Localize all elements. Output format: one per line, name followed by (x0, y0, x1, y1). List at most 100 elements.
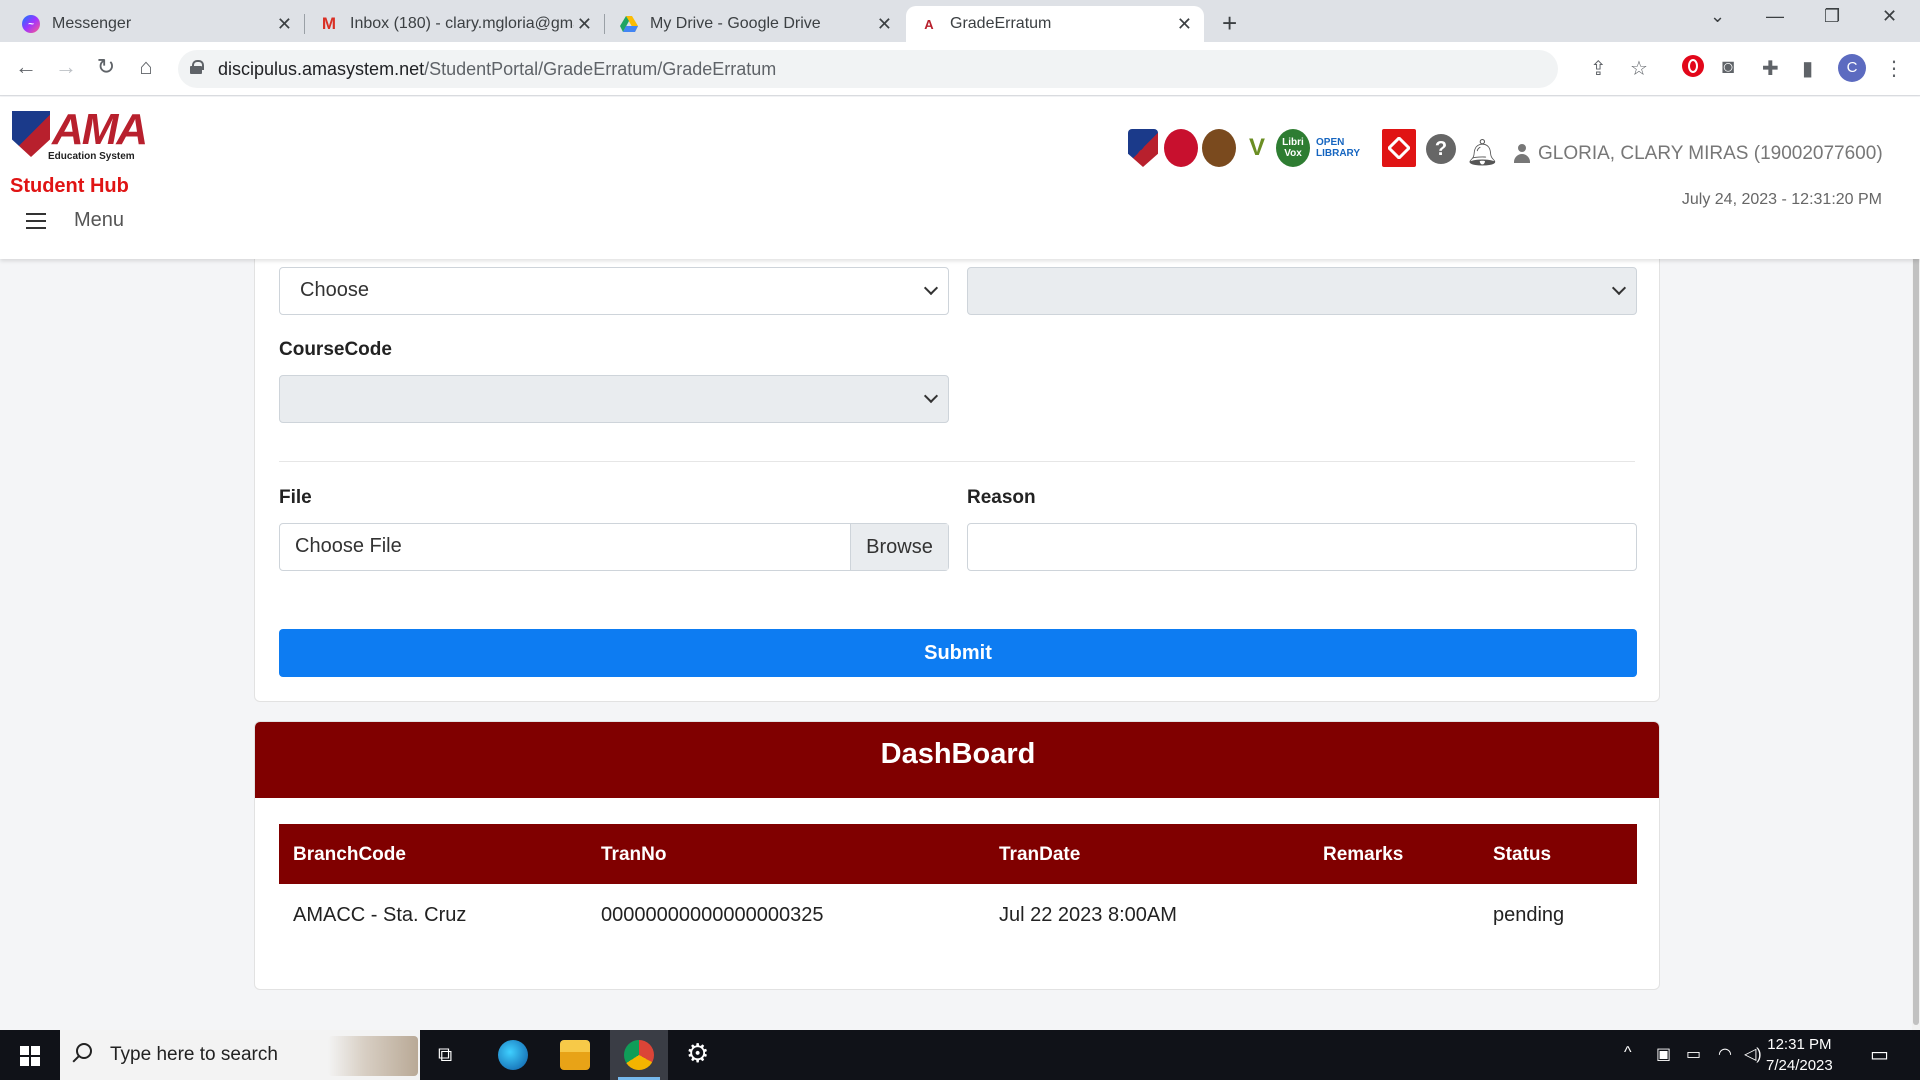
open-library-icon[interactable]: OPEN LIBRARY (1316, 129, 1374, 167)
search-icon (76, 1043, 92, 1059)
help-icon[interactable]: ? (1426, 134, 1456, 164)
new-tab-icon[interactable]: + (1222, 8, 1237, 39)
wifi-icon[interactable]: ◠ (1718, 1044, 1732, 1064)
column-header: TranNo (601, 844, 667, 865)
browser-toolbar: ← → ↻ ⌂ discipulus.amasystem.net/Student… (0, 42, 1920, 96)
taskbar-search[interactable]: Type here to search (60, 1030, 420, 1080)
close-icon[interactable]: ✕ (277, 14, 292, 35)
back-icon[interactable]: ← (12, 54, 40, 80)
dashboard-card: DashBoard BranchCode TranNo TranDate Rem… (254, 721, 1660, 990)
home-icon[interactable]: ⌂ (132, 54, 160, 80)
close-icon[interactable]: ✕ (877, 14, 892, 35)
bookmark-star-icon[interactable]: ☆ (1630, 56, 1648, 81)
restore-icon[interactable]: ❐ (1824, 6, 1840, 27)
window-close-icon[interactable]: ✕ (1882, 6, 1897, 27)
volume-icon[interactable]: ◁) (1744, 1044, 1762, 1064)
submit-button[interactable]: Submit (279, 629, 1637, 677)
close-icon[interactable]: ✕ (577, 14, 592, 35)
tab-google-drive[interactable]: My Drive - Google Drive ✕ (606, 6, 904, 42)
grade-erratum-form: Choose CourseCode File Reason Choose Fil… (254, 240, 1660, 702)
chrome-icon[interactable] (624, 1040, 654, 1070)
tray-chevron-up-icon[interactable]: ^ (1624, 1044, 1632, 1062)
column-header: BranchCode (293, 844, 406, 865)
camera-icon[interactable]: ◙ (1722, 56, 1734, 79)
google-drive-icon (620, 15, 638, 33)
tab-title: Inbox (180) - clary.mgloria@gma (350, 15, 574, 32)
chevron-down-icon (923, 388, 939, 404)
taskbar-clock[interactable]: 12:31 PM 7/24/2023 (1766, 1034, 1833, 1076)
ama-logo[interactable]: AMA Education System (12, 105, 148, 162)
gmail-icon: M (321, 14, 337, 33)
share-icon[interactable]: ⇪ (1590, 56, 1607, 81)
current-datetime: July 24, 2023 - 12:31:20 PM (1681, 191, 1882, 208)
librivox-icon[interactable]: Libri Vox (1276, 129, 1310, 167)
cell-branchcode: AMACC - Sta. Cruz (293, 904, 467, 926)
dashboard-title: DashBoard (255, 722, 1659, 798)
cell-trandate: Jul 22 2023 8:00AM (999, 904, 1177, 926)
tab-grade-erratum[interactable]: A GradeErratum ✕ (906, 6, 1204, 42)
chevron-down-icon (1611, 280, 1627, 296)
device-icon[interactable]: ▣ (1656, 1044, 1671, 1064)
tab-title: GradeErratum (950, 15, 1052, 32)
browse-button[interactable]: Browse (850, 524, 948, 570)
notifications-icon[interactable]: ▭ (1870, 1042, 1889, 1067)
tab-gmail[interactable]: M Inbox (180) - clary.mgloria@gma ✕ (306, 6, 605, 42)
opera-extension-icon[interactable] (1682, 55, 1704, 77)
side-panel-icon[interactable]: ▮ (1802, 56, 1813, 81)
battery-icon[interactable]: ▭ (1686, 1044, 1701, 1064)
column-header: Status (1493, 844, 1552, 865)
ama-favicon: A (924, 16, 934, 32)
cell-status: pending (1493, 904, 1565, 926)
settings-gear-icon[interactable]: ⚙ (686, 1038, 709, 1069)
windows-taskbar: Type here to search ⧉ ⚙ ^ ▣ ▭ ◠ ◁) 12:31… (0, 1030, 1920, 1080)
column-header: TranDate (999, 844, 1081, 865)
tab-messenger[interactable]: ~ Messenger ✕ (8, 6, 305, 42)
tab-title: My Drive - Google Drive (650, 15, 821, 32)
v-logo-icon[interactable]: V (1240, 129, 1274, 167)
chrome-menu-icon[interactable]: ⋮ (1884, 56, 1904, 81)
hamburger-icon (26, 212, 46, 229)
diamond-logo-icon[interactable] (1382, 129, 1416, 167)
category-select[interactable]: Choose (279, 267, 949, 315)
file-input[interactable]: Choose File Browse (279, 523, 949, 571)
minimize-icon[interactable]: — (1766, 6, 1784, 27)
user-name: GLORIA, CLARY MIRAS (19002077600) (1538, 143, 1883, 164)
user-icon (1514, 144, 1530, 164)
emblem-icon[interactable] (1202, 129, 1236, 167)
coursecode-select[interactable] (279, 375, 949, 423)
address-bar[interactable]: discipulus.amasystem.net/StudentPortal/G… (178, 50, 1558, 88)
profile-avatar[interactable]: C (1838, 54, 1866, 82)
library-seal-icon[interactable] (1164, 129, 1198, 167)
app-title: Student Hub (10, 175, 129, 197)
url-text: discipulus.amasystem.net/StudentPortal/G… (218, 59, 777, 79)
divider (279, 461, 1635, 462)
forward-icon[interactable]: → (52, 54, 80, 80)
file-label: File (279, 487, 312, 508)
task-view-icon[interactable]: ⧉ (438, 1044, 452, 1067)
search-highlight-image (328, 1036, 418, 1076)
messenger-icon: ~ (22, 15, 40, 33)
coursecode-label: CourseCode (279, 339, 392, 360)
menu-button[interactable]: Menu (26, 209, 124, 232)
reason-input[interactable] (967, 523, 1637, 571)
secondary-select[interactable] (967, 267, 1637, 315)
bell-icon[interactable]: 🔔︎ (1466, 137, 1499, 168)
reload-icon[interactable]: ↻ (92, 54, 120, 80)
user-menu[interactable]: GLORIA, CLARY MIRAS (19002077600) (1514, 143, 1883, 165)
page-header: AMA Education System Student Hub Menu V … (0, 97, 1920, 259)
table-header-row: BranchCode TranNo TranDate Remarks Statu… (279, 824, 1637, 884)
extensions-icon[interactable]: ✚ (1762, 56, 1779, 81)
ama-shield-icon[interactable] (1128, 129, 1158, 167)
browser-tab-strip: ~ Messenger ✕ M Inbox (180) - clary.mglo… (0, 0, 1920, 42)
tab-title: Messenger (52, 15, 132, 32)
edge-icon[interactable] (498, 1040, 528, 1070)
close-icon[interactable]: ✕ (1177, 14, 1192, 35)
windows-start-icon[interactable] (20, 1046, 40, 1066)
ama-shield-icon (12, 111, 50, 157)
scrollbar-thumb[interactable] (1913, 230, 1919, 1025)
tab-search-icon[interactable]: ⌄ (1710, 6, 1725, 27)
column-header: Remarks (1323, 844, 1404, 865)
reason-label: Reason (967, 487, 1036, 508)
file-explorer-icon[interactable] (560, 1040, 590, 1070)
cell-tranno: 00000000000000000325 (601, 904, 824, 926)
